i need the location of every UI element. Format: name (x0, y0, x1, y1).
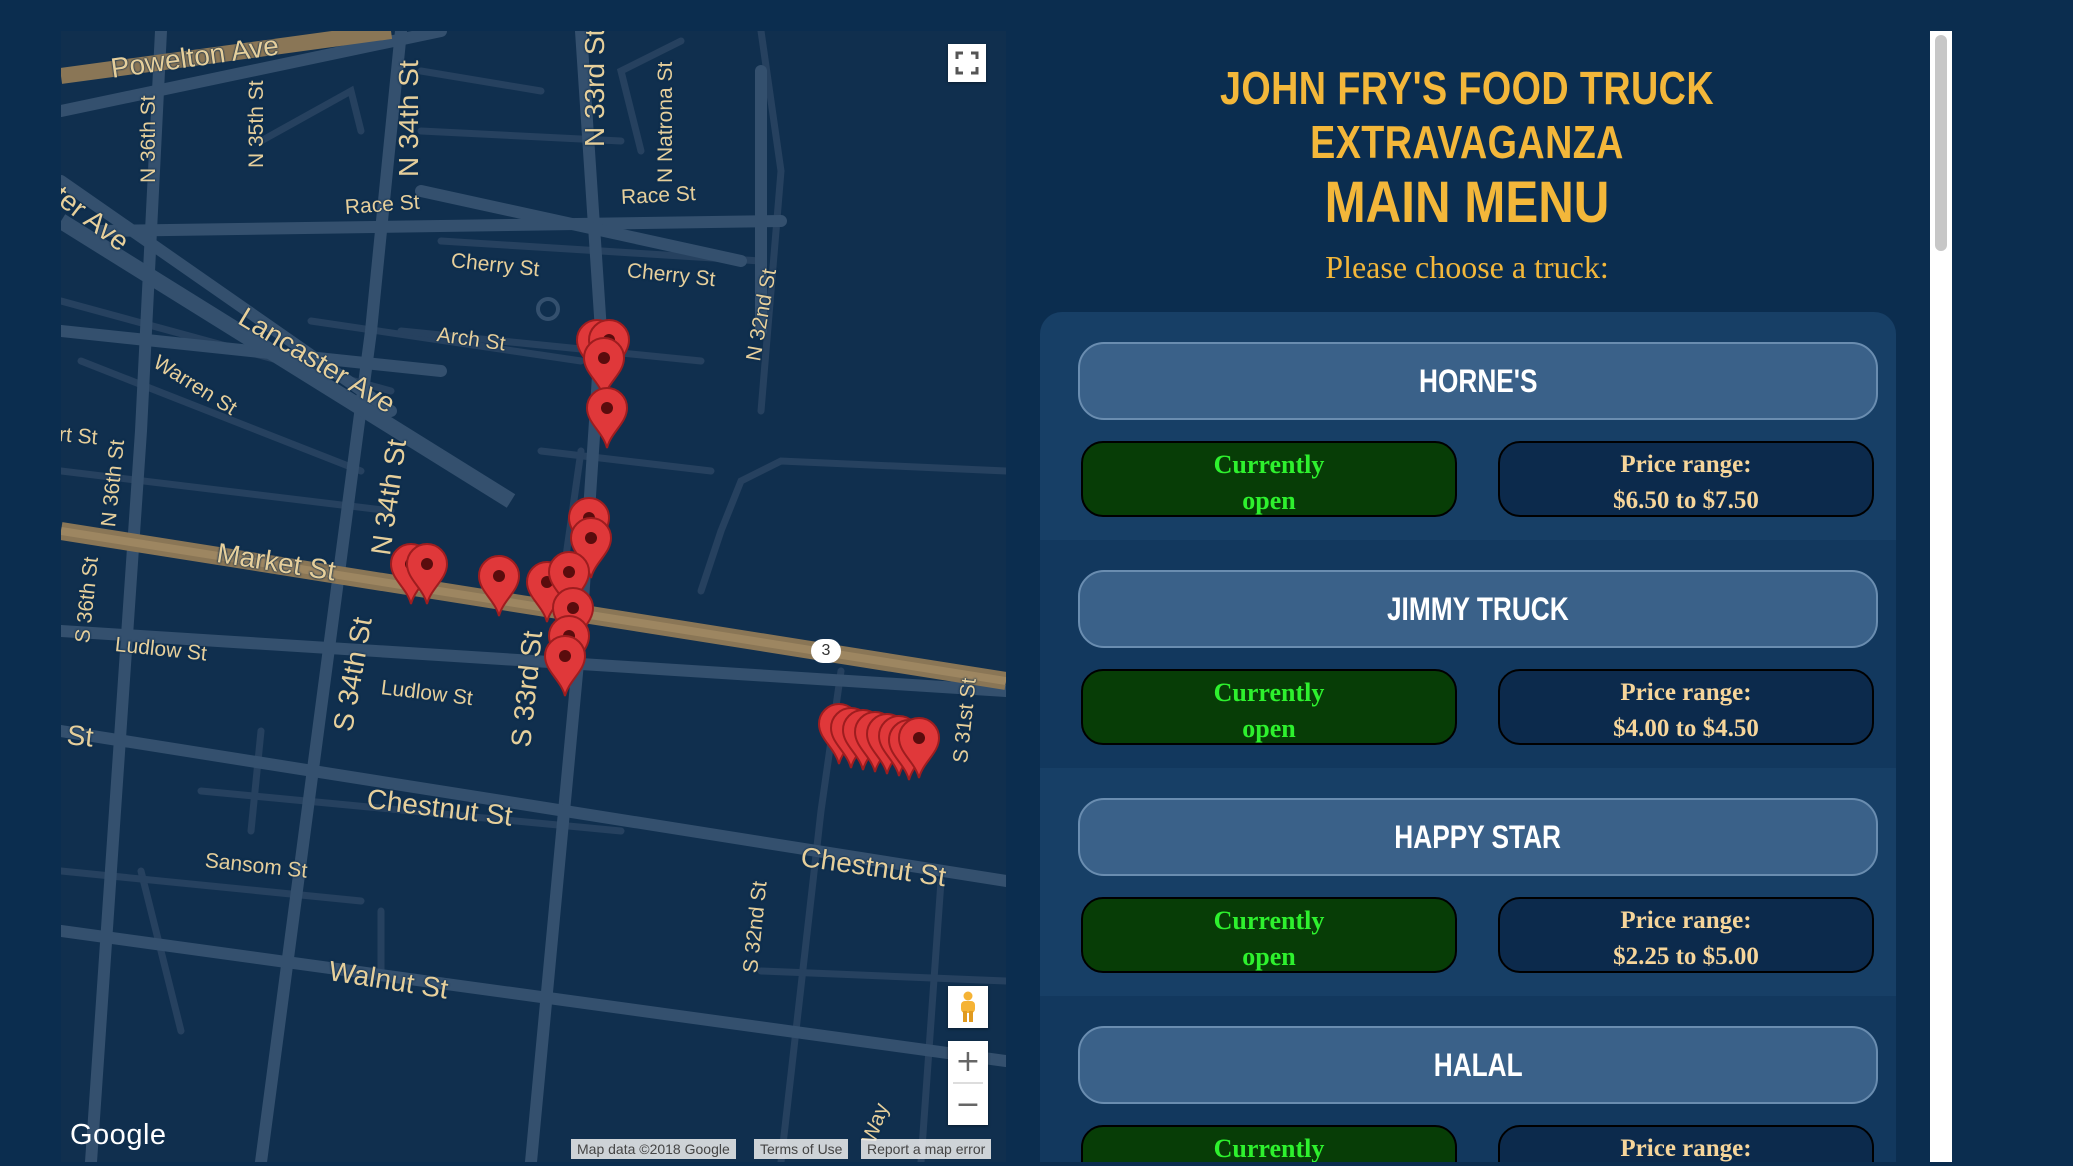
price-range: Price range: $4.00 to $4.50 (1498, 669, 1874, 745)
street-label-n35: N 35th St (245, 80, 268, 168)
status-line-1: Currently (1213, 1134, 1325, 1162)
scrollbar-thumb[interactable] (1935, 35, 1947, 251)
truck-map-marker[interactable] (585, 387, 629, 449)
truck-name: HALAL (1433, 1047, 1523, 1083)
street-label-rt-st: rt St (61, 423, 99, 450)
map[interactable]: Powelton Ave N 36th St N 35th St N 34th … (61, 31, 1006, 1162)
street-label-n33: N 33rd St (579, 31, 610, 147)
open-status: Currentlyopen (1081, 1125, 1457, 1162)
menu-heading: MAIN MENU (1324, 170, 1610, 235)
price-value: $2.25 to $5.00 (1613, 943, 1759, 970)
price-range: Price range: $2.25 to $5.00 (1498, 897, 1874, 973)
price-label: Price range: (1620, 679, 1752, 706)
truck-name: JIMMY TRUCK (1387, 591, 1569, 627)
truck-name: HAPPY STAR (1394, 819, 1562, 855)
truck-card: HALAL Currentlyopen Price range: (1040, 996, 1896, 1162)
zoom-control: + − (948, 1041, 988, 1125)
price-label: Price range: (1620, 907, 1752, 934)
truck-name: HORNE'S (1418, 363, 1538, 399)
google-logo[interactable]: Google (70, 1119, 167, 1152)
status-line-1: Currently (1213, 906, 1325, 935)
menu-subtitle: Please choose a truck: (1325, 249, 1609, 285)
price-range: Price range: $6.50 to $7.50 (1498, 441, 1874, 517)
truck-map-marker[interactable] (897, 717, 941, 779)
truck-map-marker[interactable] (477, 555, 521, 617)
scrollbar[interactable] (1930, 31, 1952, 1162)
status-line-1: Currently (1213, 450, 1325, 479)
price-value: $6.50 to $7.50 (1613, 487, 1759, 514)
pegman-icon (961, 991, 975, 1022)
open-status: Currently open (1081, 669, 1457, 745)
truck-button-jimmy-truck[interactable]: JIMMY TRUCK (1078, 570, 1878, 648)
street-label-st-left: St (65, 719, 95, 753)
status-line-2: open (1242, 942, 1296, 971)
price-label: Price range: (1620, 1135, 1752, 1162)
status-line-1: Currently (1213, 678, 1325, 707)
street-view-button[interactable] (948, 986, 988, 1028)
page-title: JOHN FRY'S FOOD TRUCK EXTRAVAGANZA (1220, 62, 1714, 168)
status-line-2: open (1242, 486, 1296, 515)
zoom-in-button[interactable]: + (948, 1041, 988, 1082)
truck-panel: JOHN FRY'S FOOD TRUCK EXTRAVAGANZA MAIN … (1006, 31, 1928, 1162)
truck-map-marker[interactable] (543, 635, 587, 697)
map-data-attribution: Map data ©2018 Google (571, 1139, 736, 1159)
fullscreen-button[interactable] (948, 44, 986, 82)
street-label-n36: N 36th St (137, 95, 160, 183)
truck-card: JIMMY TRUCK Currently open Price range: $4… (1040, 540, 1896, 768)
truck-button-hornes[interactable]: HORNE'S (1078, 342, 1878, 420)
price-label: Price range: (1620, 451, 1752, 478)
report-map-error-link[interactable]: Report a map error (861, 1139, 992, 1159)
terms-of-use-link[interactable]: Terms of Use (754, 1139, 849, 1159)
truck-button-halal[interactable]: HALAL (1078, 1026, 1878, 1104)
open-status: Currently open (1081, 441, 1457, 517)
truck-list: HORNE'S Currently open Price range: $6.50 … (1040, 312, 1896, 1162)
street-label-natrona: N Natrona St (654, 61, 677, 183)
route-shield: 3 (811, 639, 841, 663)
street-label-n34-top: N 34th St (393, 60, 424, 177)
price-range: Price range: (1498, 1125, 1874, 1162)
truck-card: HAPPY STAR Currently open Price range: $2.… (1040, 768, 1896, 996)
street-label-race-right: Race St (620, 182, 697, 209)
fullscreen-icon (955, 51, 979, 75)
truck-card: HORNE'S Currently open Price range: $6.50 … (1040, 312, 1896, 540)
open-status: Currently open (1081, 897, 1457, 973)
zoom-out-button[interactable]: − (948, 1084, 988, 1125)
truck-button-happy-star[interactable]: HAPPY STAR (1078, 798, 1878, 876)
truck-map-marker[interactable] (405, 543, 449, 605)
price-value: $4.00 to $4.50 (1613, 715, 1759, 742)
status-line-2: open (1242, 714, 1296, 743)
